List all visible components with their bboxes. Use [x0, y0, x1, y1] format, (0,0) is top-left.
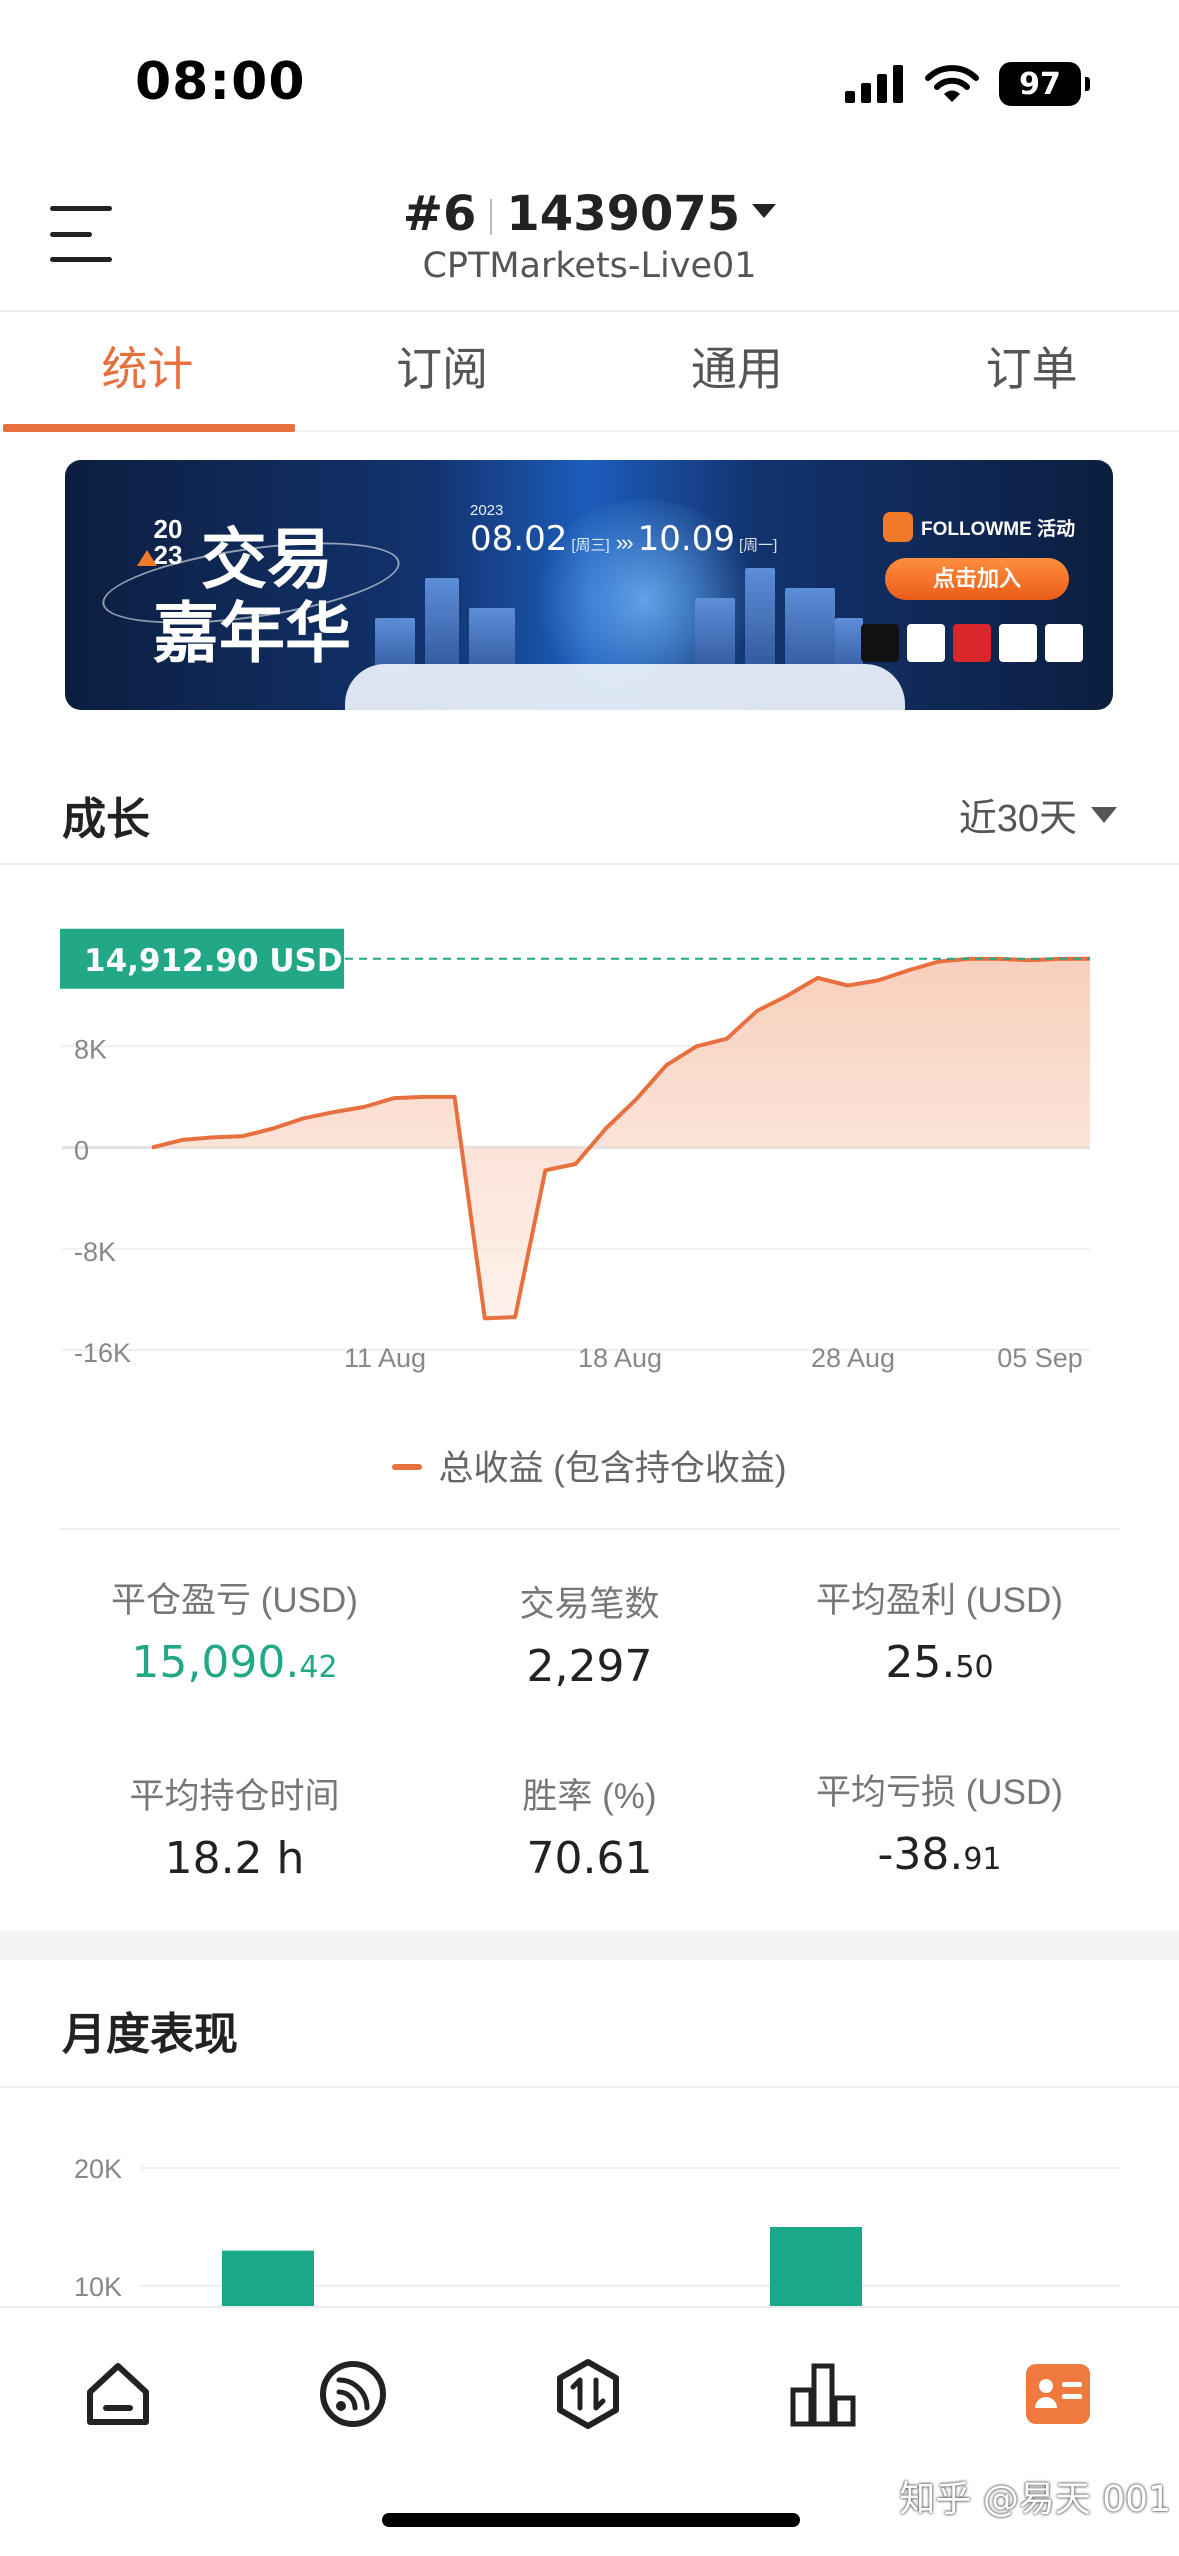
current-value-label: 14,912.90 USD [84, 943, 343, 979]
battery-indicator: 97 [999, 62, 1090, 106]
tab-bar: 统计 订阅 通用 订单 [0, 312, 1179, 432]
account-server: CPTMarkets-Live01 [422, 246, 757, 286]
x-tick-label: 18 Aug [578, 1343, 662, 1373]
monthly-chart: 20K 10K [0, 2090, 1179, 2310]
growth-section-header: 成长 近30天 [0, 745, 1179, 865]
chevron-down-icon [1091, 806, 1117, 823]
status-bar: 08:00 97 [0, 0, 1179, 170]
stat-avg-hold-time: 平均持仓时间 18.2 h [129, 1777, 340, 1884]
account-card-icon [1026, 2364, 1090, 2424]
bar-chart-icon [790, 2363, 856, 2427]
partner-logos [861, 624, 1083, 662]
legend-label: 总收益 (包含持仓收益) [438, 1449, 787, 1488]
status-icons: 97 [845, 62, 1090, 106]
chevron-down-icon [752, 204, 777, 218]
legend-swatch [392, 1463, 423, 1470]
wifi-icon [925, 65, 979, 102]
account-selector[interactable]: #6 1439075 [0, 186, 1179, 242]
tab-general[interactable]: 通用 [590, 312, 885, 430]
x-tick-label: 28 Aug [811, 1343, 895, 1373]
stat-avg-loss: 平均亏损 (USD) -38.91 [816, 1773, 1063, 1880]
growth-chart-svg: 8K 0 -8K -16K 14,912.90 USD 11 Aug 18 Aug 28 Au… [60, 928, 1091, 1373]
y-tick-label: 10K [74, 2272, 122, 2302]
range-selector[interactable]: 近30天 [959, 787, 1117, 842]
stat-avg-profit: 平均盈利 (USD) 25.50 [816, 1581, 1063, 1688]
status-time: 08:00 [135, 52, 306, 112]
nav-trade[interactable] [548, 2354, 628, 2434]
stat-trade-count: 交易笔数 2,297 [519, 1585, 660, 1692]
y-tick-label: -16K [74, 1338, 131, 1368]
arrow-up-icon [137, 550, 157, 566]
monthly-section-header: 月度表现 [0, 1962, 1179, 2088]
y-tick-label: -8K [74, 1237, 116, 1267]
followme-logo-icon [883, 512, 913, 542]
month-bar [770, 2227, 862, 2310]
tab-orders[interactable]: 订单 [884, 312, 1179, 430]
growth-title: 成长 [62, 795, 150, 844]
banner-title-line2: 嘉年华 [153, 595, 351, 672]
promo-banner[interactable]: 20 23 交易 嘉年华 2023 08.02 [周三] ››› 10.09 [周一] F… [65, 460, 1113, 710]
account-rank: #6 [402, 186, 477, 242]
banner-brand: FOLLOWME 活动 [883, 512, 1075, 542]
nav-account[interactable] [1018, 2354, 1098, 2434]
home-indicator[interactable] [382, 2513, 800, 2527]
area-fill [152, 958, 1090, 1319]
monthly-chart-svg: 20K 10K [74, 2154, 1120, 2310]
stat-closed-pnl: 平仓盈亏 (USD) 15,090.42 [111, 1581, 358, 1688]
nav-feed[interactable] [313, 2354, 393, 2434]
stat-win-rate: 胜率 (%) 70.61 [522, 1777, 657, 1884]
y-tick-label: 0 [74, 1136, 89, 1166]
y-tick-label: 20K [74, 2154, 122, 2184]
cellular-signal-icon [845, 65, 903, 103]
x-tick-label: 05 Sep [997, 1343, 1083, 1373]
account-id: 1439075 [506, 186, 741, 242]
nav-home[interactable] [78, 2354, 158, 2434]
tab-statistics[interactable]: 统计 [0, 312, 295, 432]
tab-subscriptions[interactable]: 订阅 [295, 312, 590, 430]
watermark: 知乎 @易天 001 [899, 2479, 1171, 2520]
growth-chart: 8K 0 -8K -16K 14,912.90 USD 11 Aug 18 Aug 28 Au… [0, 900, 1179, 1380]
trade-icon [557, 2359, 619, 2429]
home-icon [87, 2363, 149, 2425]
signal-icon [320, 2361, 386, 2427]
section-separator [0, 1930, 1179, 1960]
app-header: #6 1439075 CPTMarkets-Live01 [0, 170, 1179, 312]
chart-legend: 总收益 (包含持仓收益) [0, 1440, 1179, 1491]
nav-ranking[interactable] [783, 2354, 863, 2434]
banner-dates: 2023 08.02 [周三] ››› 10.09 [周一] [470, 502, 778, 559]
x-tick-label: 11 Aug [344, 1343, 426, 1373]
banner-join-button[interactable]: 点击加入 [885, 558, 1069, 600]
y-tick-label: 8K [74, 1034, 107, 1064]
monthly-title: 月度表现 [62, 2010, 238, 2059]
month-bar [222, 2250, 314, 2310]
